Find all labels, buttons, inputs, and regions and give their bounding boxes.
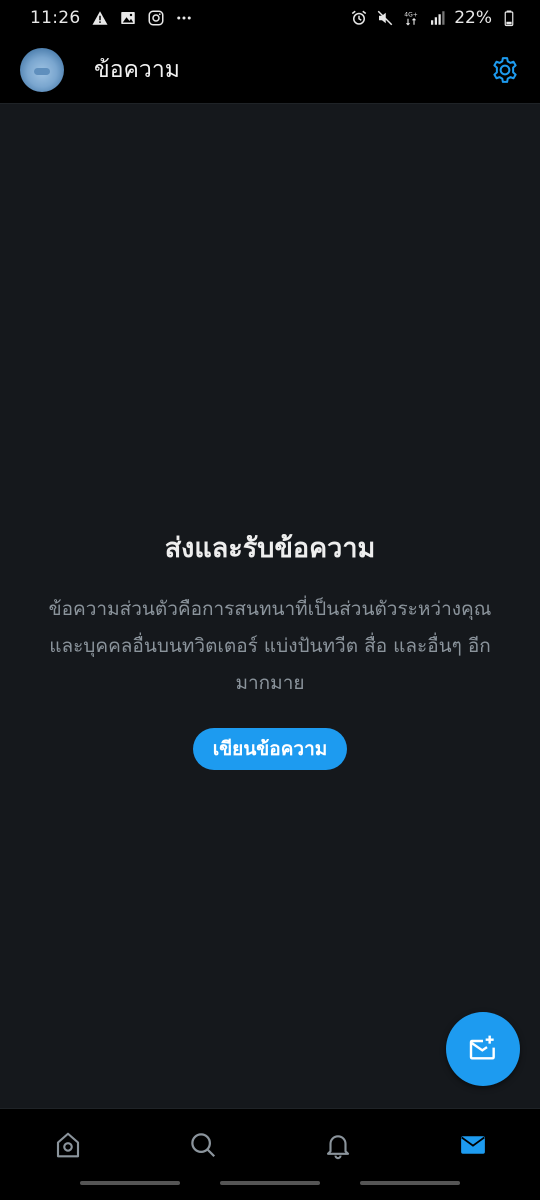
alarm-icon <box>350 9 368 27</box>
search-icon <box>190 1133 215 1158</box>
settings-button[interactable] <box>488 53 522 87</box>
nav-notifications[interactable] <box>270 1130 405 1160</box>
status-right: 4G+ 22% <box>350 8 518 28</box>
status-bar: 11:26 4G+ 22% <box>0 0 540 36</box>
status-time: 11:26 <box>30 8 81 28</box>
instagram-icon <box>147 9 165 27</box>
messages-icon <box>460 1136 485 1154</box>
messages-content: ส่งและรับข้อความ ข้อความส่วนตัวคือการสนท… <box>0 104 540 1108</box>
new-message-fab[interactable] <box>446 1012 520 1086</box>
nav-messages[interactable] <box>405 1130 540 1160</box>
avatar[interactable] <box>20 47 64 92</box>
mute-icon <box>376 9 394 27</box>
status-left: 11:26 <box>30 8 193 28</box>
top-app-bar: ข้อความ <box>0 36 540 104</box>
empty-state-description: ข้อความส่วนตัวคือการสนทนาที่เป็นส่วนตัวร… <box>48 598 492 694</box>
empty-state-title: ส่งและรับข้อความ <box>164 533 376 564</box>
network-4g-icon: 4G+ <box>402 9 420 27</box>
gesture-pill-left <box>80 1181 180 1185</box>
gesture-bar <box>0 1181 540 1185</box>
more-dots-icon <box>175 9 193 27</box>
home-icon <box>56 1132 79 1158</box>
nav-home[interactable] <box>0 1130 135 1160</box>
gesture-pill-center <box>220 1181 320 1185</box>
write-message-button[interactable]: เขียนข้อความ <box>192 728 348 770</box>
bottom-navigation <box>0 1108 540 1200</box>
signal-icon <box>428 9 446 27</box>
gesture-pill-right <box>360 1181 460 1185</box>
battery-icon <box>500 9 518 27</box>
compose-message-icon <box>469 1035 495 1060</box>
image-icon <box>119 9 137 27</box>
gear-icon <box>493 56 517 83</box>
battery-percentage: 22% <box>454 8 492 28</box>
warning-icon <box>91 9 109 27</box>
network-label: 4G+ <box>404 12 418 19</box>
notifications-icon <box>326 1135 349 1160</box>
empty-state: ส่งและรับข้อความ ข้อความส่วนตัวคือการสนท… <box>0 526 540 770</box>
nav-search[interactable] <box>135 1130 270 1160</box>
page-title: ข้อความ <box>94 56 180 83</box>
